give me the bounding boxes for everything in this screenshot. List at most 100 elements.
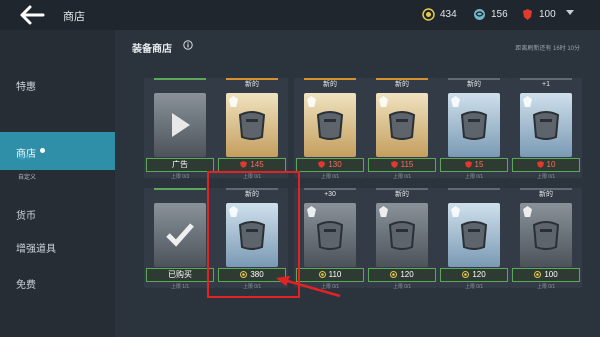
ruby-shield-icon: [536, 161, 544, 168]
price-button[interactable]: 已购买: [146, 268, 214, 282]
equipment-icon: [460, 111, 488, 140]
ruby-shield-icon: [464, 161, 472, 168]
chevron-down-icon[interactable]: [565, 9, 575, 17]
rank-badge-icon: [307, 206, 316, 217]
rank-badge-icon: [379, 206, 388, 217]
ad-card[interactable]: 广告 上限 0/3: [144, 78, 216, 180]
card-tag: +1: [542, 81, 550, 88]
sidebar-item-free[interactable]: 免费: [16, 276, 36, 291]
ruby-shield-icon: [318, 161, 326, 168]
price-button[interactable]: 130: [296, 158, 364, 172]
equipment-icon: [532, 221, 560, 250]
purchase-limit: 上限 0/1: [536, 284, 556, 290]
gem-balance: 156: [473, 8, 508, 21]
chest-armor-card[interactable]: 新的 145 上限 0/1: [216, 78, 288, 180]
rank-badge-icon: [307, 96, 316, 107]
price-button[interactable]: 广告: [146, 158, 214, 172]
coin-icon: [422, 8, 435, 21]
price-label: 10: [546, 160, 556, 169]
purchase-limit: 上限 0/1: [392, 174, 412, 180]
price-label: 已购买: [168, 270, 192, 279]
sidebar: 特惠 商店 通用 自定义 货币 增强道具 免费: [0, 30, 115, 337]
coin-count: 434: [440, 9, 457, 20]
equipment-icon: [316, 111, 344, 140]
gem-count: 156: [491, 9, 508, 20]
section-title: 装备商店: [132, 44, 172, 55]
card-tag: [144, 78, 216, 92]
ruby-count: 100: [539, 9, 556, 20]
price-label: 120: [472, 270, 486, 279]
card-tag: [144, 188, 216, 202]
purchase-limit: 上限 0/1: [392, 284, 412, 290]
equipment-icon: [388, 221, 416, 250]
rank-badge-icon: [451, 206, 460, 217]
helmet-card[interactable]: +1 10 上限 0/1: [510, 78, 582, 180]
card-tag: 新的: [467, 81, 481, 88]
coin-balance: 434: [422, 8, 457, 21]
price-button[interactable]: 100: [512, 268, 580, 282]
price-label: 15: [474, 160, 484, 169]
rank-badge-icon: [523, 206, 532, 217]
purchase-limit: 上限 1/1: [170, 284, 190, 290]
top-bar: 商店 434 156 100: [0, 0, 600, 30]
card-art: [520, 93, 572, 157]
card-art: [448, 93, 500, 157]
rank-badge-icon: [229, 96, 238, 107]
coin-icon: [462, 271, 470, 278]
page-title: 商店: [63, 11, 85, 23]
back-arrow-icon[interactable]: [18, 4, 46, 26]
sidebar-item-deals[interactable]: 特惠: [16, 78, 36, 93]
sidebar-subitem-custom[interactable]: 自定义: [18, 172, 36, 181]
card-art: [226, 93, 278, 157]
card-art: [520, 203, 572, 267]
card-art: [154, 203, 206, 267]
card-art: [448, 203, 500, 267]
price-button[interactable]: 10: [512, 158, 580, 172]
card-tag: 新的: [395, 81, 409, 88]
dagger-card[interactable]: 新的 120 上限 0/1: [366, 188, 438, 290]
equipment-icon: [316, 221, 344, 250]
card-tag: 新的: [245, 81, 259, 88]
helmet-card[interactable]: 新的 115 上限 0/1: [366, 78, 438, 180]
chest-armor-card[interactable]: 新的 130 上限 0/1: [294, 78, 366, 180]
sidebar-item-shop[interactable]: 商店: [0, 132, 115, 170]
price-button[interactable]: 145: [218, 158, 286, 172]
purchase-limit: 上限 0/1: [464, 174, 484, 180]
price-label: 100: [544, 270, 558, 279]
helm-card[interactable]: 新的 100 上限 0/1: [510, 188, 582, 290]
card-tag: 新的: [395, 191, 409, 198]
equipment-icon: [460, 221, 488, 250]
equipment-icon: [238, 111, 266, 140]
price-label: 115: [400, 160, 414, 169]
gem-swirl-icon: [474, 9, 485, 20]
price-button[interactable]: 120: [440, 268, 508, 282]
sidebar-item-currency[interactable]: 货币: [16, 207, 36, 222]
card-tag: +30: [324, 191, 336, 198]
price-button[interactable]: 120: [368, 268, 436, 282]
bought-card[interactable]: 已购买上限 1/1: [144, 188, 216, 290]
crusader-card[interactable]: 新的 15 上限 0/1: [438, 78, 510, 180]
sidebar-item-boosts[interactable]: 增强道具: [16, 240, 56, 255]
equipment-icon: [532, 111, 560, 140]
sword-card[interactable]: 120 上限 0/1: [438, 188, 510, 290]
price-label: 广告: [172, 160, 188, 169]
price-button[interactable]: 15: [440, 158, 508, 172]
play-icon: [172, 113, 190, 137]
refresh-timer: 距离刷新还有 16时 10分: [515, 46, 580, 52]
purchase-limit: 上限 0/1: [464, 284, 484, 290]
card-art: [376, 203, 428, 267]
pointer-arrow-icon: [276, 276, 341, 298]
rank-badge-icon: [523, 96, 532, 107]
info-icon[interactable]: [183, 40, 193, 50]
price-label: 120: [400, 270, 414, 279]
ruby-shield-icon: [240, 161, 248, 168]
sidebar-subitem-general[interactable]: 通用: [18, 152, 30, 161]
purchase-limit: 上限 0/1: [536, 174, 556, 180]
coin-icon: [534, 271, 542, 278]
price-button[interactable]: 115: [368, 158, 436, 172]
purchase-limit: 上限 0/1: [320, 174, 340, 180]
card-art: [304, 203, 356, 267]
ruby-balance: 100: [521, 8, 556, 21]
card-art: [154, 93, 206, 157]
ruby-shield-icon: [523, 9, 532, 20]
